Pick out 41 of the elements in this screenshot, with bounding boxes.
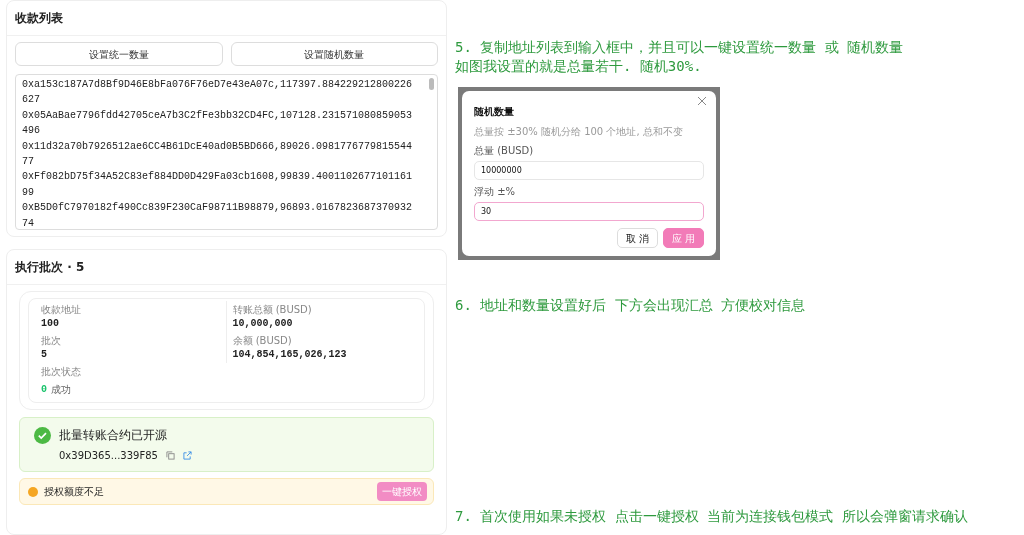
dialog-subtitle: 总量按 ±30% 随机分给 100 个地址, 总和不变 bbox=[474, 125, 684, 139]
copy-icon[interactable] bbox=[165, 451, 175, 460]
summary-value: 104,854,165,026,123 bbox=[232, 348, 348, 361]
address-line: 0xFf082bD75f34A52C83ef884DD0D429Fa03cb1608,99839.400110267710116199 bbox=[22, 170, 414, 200]
note-text: 如图我设置的就是总量若干. 随机30%. bbox=[455, 57, 703, 76]
card-title: 收款列表 bbox=[15, 11, 63, 25]
note-text: 7. 首次使用如果未授权 点击一键授权 当前为连接钱包模式 所以会弹窗请求确认 bbox=[455, 507, 969, 526]
address-line: 0x11d32a70b7926512ae6CC4B61DcE40ad0B5BD666,89026.098177677981554477 bbox=[22, 139, 414, 170]
warning-text: 授权额度不足 bbox=[44, 485, 105, 499]
summary-label: 转账总额 (BUSD) bbox=[232, 303, 313, 316]
summary-value: 5 bbox=[41, 348, 48, 361]
summary-label: 批次 bbox=[41, 334, 62, 347]
note-text: 6. 地址和数量设置好后 下方会出现汇总 方便校对信息 bbox=[455, 296, 807, 315]
address-line: 0xa153c187A7d8Bf9D46E8bFa076F76eD7e43eA07c,117397.884229212800226627 bbox=[22, 78, 414, 108]
status-text: 成功 bbox=[51, 383, 71, 396]
input-field[interactable]: 10000000 bbox=[474, 161, 704, 180]
warning-dot-icon bbox=[28, 486, 38, 497]
notice-title: 批量转账合约已开源 bbox=[59, 427, 168, 444]
close-icon[interactable] bbox=[698, 97, 706, 105]
input-field[interactable]: 30 bbox=[474, 202, 704, 221]
card-title: 执行批次 · 5 bbox=[15, 260, 85, 274]
summary-label: 余额 (BUSD) bbox=[232, 334, 293, 347]
field-label: 浮动 ±% bbox=[474, 185, 517, 199]
scrollbar-thumb[interactable] bbox=[429, 78, 434, 90]
cancel-button[interactable]: 取 消 bbox=[616, 228, 658, 248]
check-icon bbox=[34, 427, 51, 444]
external-link-icon[interactable] bbox=[182, 451, 192, 460]
contract-address: 0x39D365...339F85 bbox=[59, 449, 158, 463]
summary-label: 批次状态 bbox=[41, 365, 82, 378]
set-amount-button[interactable]: 设置统一数量 bbox=[15, 42, 223, 66]
address-line: 0x05AaBae7796fdd42705ceA7b3C2fFe3bb32CD4FC,107128.231571080859053496 bbox=[22, 108, 414, 139]
field-label: 总量 (BUSD) bbox=[474, 144, 535, 158]
summary-value: 100 bbox=[41, 317, 60, 330]
success-count: 0 bbox=[41, 383, 47, 397]
set-amount-button[interactable]: 设置随机数量 bbox=[230, 42, 438, 66]
dialog-title: 随机数量 bbox=[474, 105, 514, 119]
address-input[interactable] bbox=[15, 74, 438, 230]
summary-label: 收款地址 bbox=[41, 303, 82, 316]
summary-value: 10,000,000 bbox=[232, 317, 294, 330]
address-line: 0xB5D0fC7970182f490Cc839F230CaF98711B98879,96893.016782368737093274 bbox=[22, 201, 414, 229]
note-text: 5. 复制地址列表到输入框中，并且可以一键设置统一数量 或 随机数量 bbox=[455, 38, 905, 57]
